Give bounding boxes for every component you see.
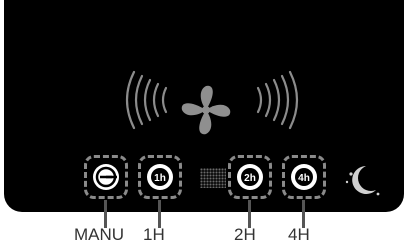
night-moon-icon: [345, 166, 380, 196]
control-panel: 1h 2h 4h: [4, 0, 404, 212]
svg-text:1h: 1h: [154, 173, 166, 184]
timer-1h-icon: 1h: [147, 164, 173, 190]
timer-4h-icon: 4h: [291, 164, 317, 190]
timer-2h-button[interactable]: 2h: [228, 155, 272, 199]
display-dots: [200, 168, 226, 188]
manu-leader-line: [104, 200, 107, 228]
label-4h: 4H: [288, 225, 310, 244]
manual-power-icon: [93, 164, 119, 190]
fan-icon: [181, 85, 231, 135]
timer-2h-icon: 2h: [237, 164, 263, 190]
1h-leader-line: [158, 200, 161, 228]
label-manu: MANU: [74, 225, 125, 244]
timer-1h-button[interactable]: 1h: [138, 155, 182, 199]
svg-text:4h: 4h: [298, 173, 310, 184]
4h-leader-line: [302, 200, 305, 228]
label-1h: 1H: [143, 225, 165, 244]
2h-leader-line: [248, 200, 251, 228]
timer-4h-button[interactable]: 4h: [282, 155, 326, 199]
manual-mode-button[interactable]: [84, 155, 128, 199]
label-2h: 2H: [234, 225, 256, 244]
svg-text:2h: 2h: [244, 173, 256, 184]
